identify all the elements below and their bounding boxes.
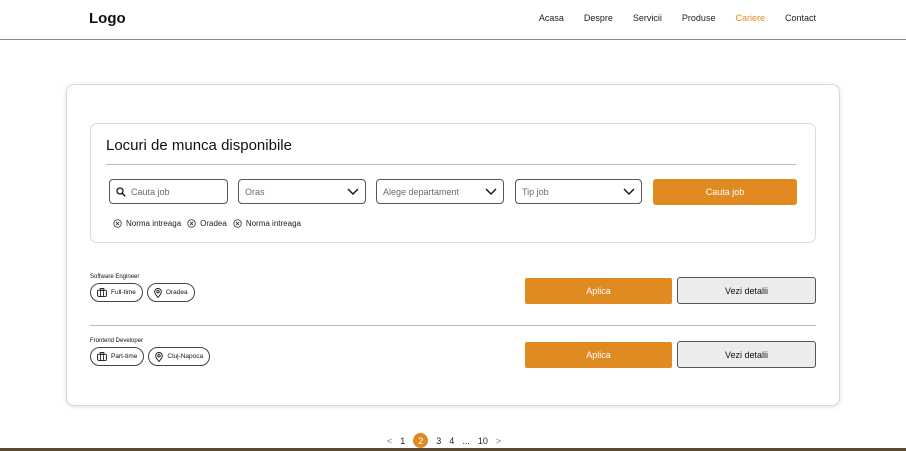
page-4[interactable]: 4: [449, 436, 454, 446]
briefcase-icon: [97, 288, 107, 297]
map-pin-icon: [155, 351, 164, 362]
filter-chip[interactable]: Oradea: [187, 219, 227, 228]
close-circle-icon[interactable]: [233, 219, 242, 228]
job-type-label: Part-time: [111, 353, 138, 360]
active-filters: Norma intreaga Oradea Norma intreaga: [113, 219, 301, 228]
close-circle-icon[interactable]: [113, 219, 122, 228]
job-search-input[interactable]: Cauta job: [109, 179, 228, 204]
page-10[interactable]: 10: [478, 436, 488, 446]
close-circle-icon[interactable]: [187, 219, 196, 228]
page-3[interactable]: 3: [436, 436, 441, 446]
briefcase-icon: [97, 352, 107, 361]
nav-item-despre[interactable]: Despre: [584, 13, 613, 23]
job-search-placeholder: Cauta job: [131, 186, 170, 197]
nav-item-servicii[interactable]: Servicii: [633, 13, 662, 23]
job-location-tag: Cluj-Napoca: [148, 347, 211, 366]
view-details-button[interactable]: Vezi detalii: [677, 341, 816, 368]
pagination: < 1 2 3 4 ... 10 >: [387, 433, 501, 448]
nav-item-cariere[interactable]: Cariere: [735, 13, 765, 23]
view-details-button[interactable]: Vezi detalii: [677, 277, 816, 304]
chevron-down-icon: [623, 188, 635, 195]
search-panel: Locuri de munca disponibile Cauta job Or…: [90, 123, 816, 243]
site-header: Logo Acasa Despre Servicii Produse Carie…: [0, 0, 906, 40]
filter-chip[interactable]: Norma intreaga: [233, 219, 301, 228]
job-location-label: Oradea: [165, 289, 188, 296]
job-title: Software Engineer: [90, 274, 140, 280]
filter-chip-label: Norma intreaga: [245, 219, 301, 228]
filter-chip-label: Norma intreaga: [126, 219, 182, 228]
job-type-tag: Full-time: [90, 283, 143, 302]
apply-button[interactable]: Aplica: [525, 278, 672, 304]
apply-button[interactable]: Aplica: [525, 342, 672, 368]
nav-item-produse[interactable]: Produse: [682, 13, 716, 23]
nav-item-contact[interactable]: Contact: [785, 13, 816, 23]
filter-chip-label: Oradea: [200, 219, 227, 228]
job-location-tag: Oradea: [146, 283, 195, 302]
page-2-current[interactable]: 2: [413, 433, 429, 448]
filter-chip[interactable]: Norma intreaga: [113, 219, 181, 228]
logo[interactable]: Logo: [89, 10, 126, 27]
city-placeholder: Oras: [245, 186, 265, 197]
job-divider: [90, 325, 816, 326]
search-icon: [116, 186, 126, 197]
main-nav: Acasa Despre Servicii Produse Cariere Co…: [539, 13, 816, 23]
job-tags: Part-time Cluj-Napoca: [90, 347, 211, 366]
jobs-card: Locuri de munca disponibile Cauta job Or…: [66, 84, 840, 406]
city-select[interactable]: Oras: [238, 179, 366, 204]
job-tags: Full-time Oradea: [90, 283, 195, 302]
map-pin-icon: [154, 287, 162, 298]
chevron-down-icon: [347, 188, 359, 195]
job-type-placeholder: Tip job: [522, 186, 549, 197]
job-type-tag: Part-time: [90, 347, 145, 366]
nav-item-acasa[interactable]: Acasa: [539, 13, 564, 23]
job-type-select[interactable]: Tip job: [515, 179, 642, 204]
page-1[interactable]: 1: [400, 436, 405, 446]
next-page-button[interactable]: >: [496, 436, 501, 446]
department-select[interactable]: Alege departament: [376, 179, 504, 204]
search-jobs-button[interactable]: Cauta job: [653, 179, 797, 205]
prev-page-button[interactable]: <: [387, 436, 392, 446]
chevron-down-icon: [485, 188, 497, 195]
job-title: Frontend Developer: [90, 338, 144, 344]
pagination-ellipsis: ...: [462, 435, 470, 446]
department-placeholder: Alege departament: [383, 186, 460, 197]
job-type-label: Full-time: [111, 289, 136, 296]
job-location-label: Cluj-Napoca: [167, 353, 204, 360]
page-title: Locuri de munca disponibile: [106, 137, 292, 154]
title-divider: [106, 164, 796, 165]
